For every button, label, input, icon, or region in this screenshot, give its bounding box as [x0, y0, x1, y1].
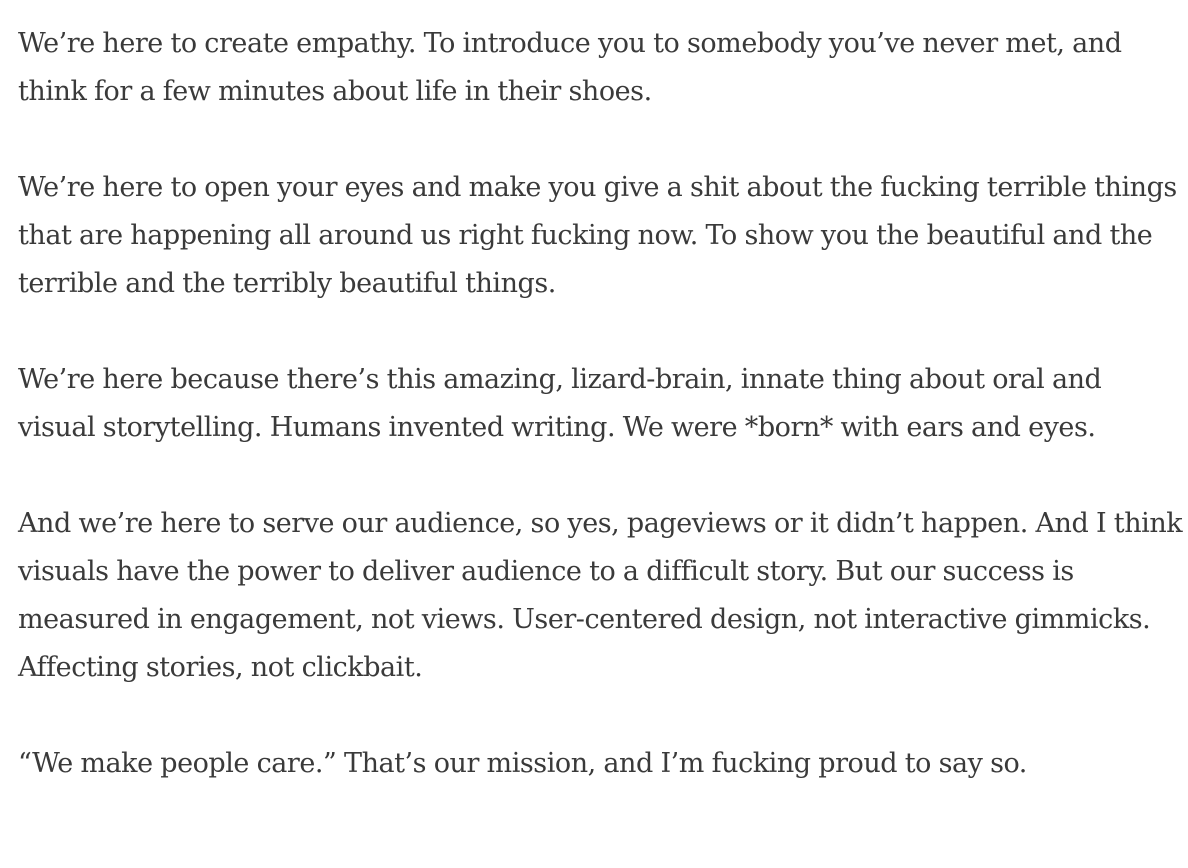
article-body: We’re here to create empathy. To introdu…: [18, 20, 1186, 788]
paragraph-storytelling: We’re here because there’s this amazing,…: [18, 364, 1102, 443]
paragraph-empathy: We’re here to create empathy. To introdu…: [18, 28, 1122, 107]
paragraph-mission: “We make people care.” That’s our missio…: [18, 748, 1027, 779]
paragraph-audience: And we’re here to serve our audience, so…: [18, 508, 1183, 683]
paragraph-open-eyes: We’re here to open your eyes and make yo…: [18, 172, 1177, 299]
